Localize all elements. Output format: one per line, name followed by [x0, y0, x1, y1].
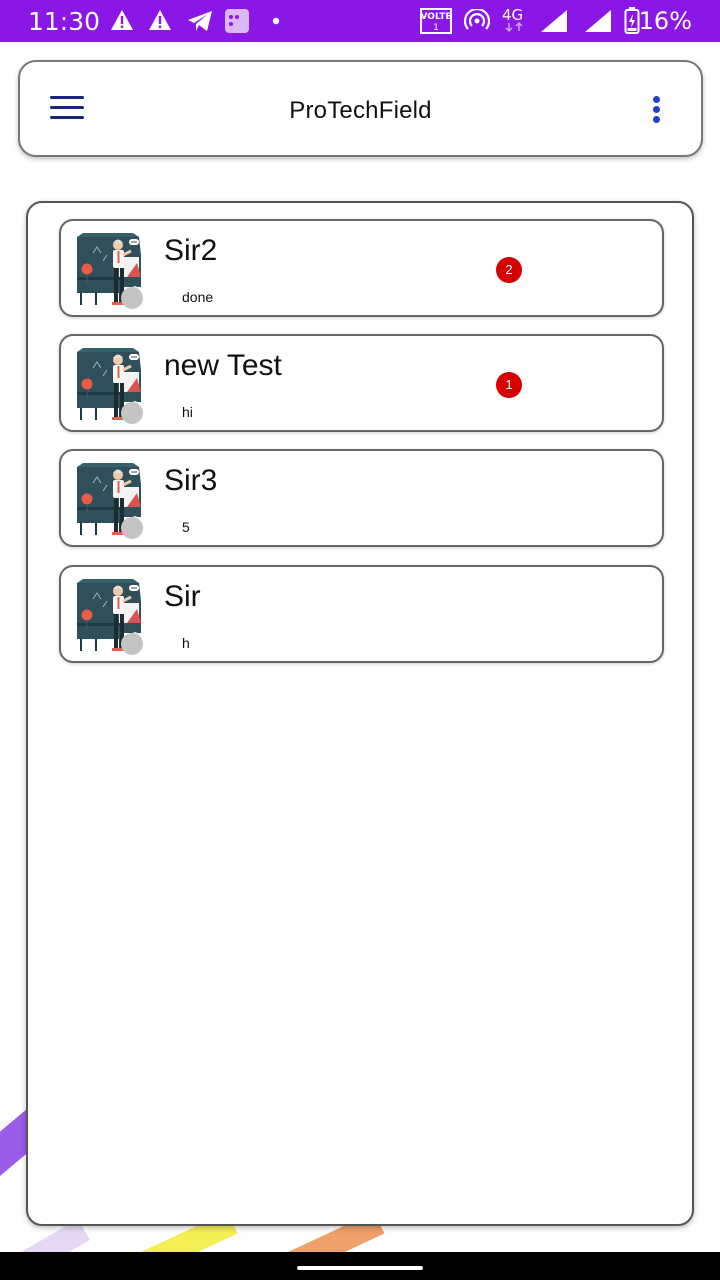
- signal-icon: [585, 10, 611, 32]
- status-dot: [121, 402, 143, 424]
- chat-last-message: h: [182, 635, 190, 651]
- unread-badge: 2: [496, 257, 522, 283]
- sim-label: 1: [433, 23, 439, 33]
- chat-name: Sir3: [164, 464, 218, 497]
- hotspot-icon: [464, 9, 490, 30]
- chat-list-item[interactable]: Sir2 done 2: [59, 219, 664, 317]
- chat-name: Sir: [164, 580, 201, 613]
- warning-icon: [111, 10, 133, 30]
- status-dot: [121, 633, 143, 655]
- warning-icon: [149, 10, 171, 30]
- unread-badge: 1: [496, 372, 522, 398]
- dot-icon: [272, 17, 280, 25]
- status-dot: [121, 287, 143, 309]
- signal-icon: [541, 10, 567, 32]
- page-title: ProTechField: [289, 97, 432, 124]
- chat-last-message: 5: [182, 519, 190, 535]
- navigation-bar: [0, 1252, 720, 1280]
- more-vert-icon[interactable]: [651, 94, 661, 126]
- chat-list-item[interactable]: Sir3 5: [59, 449, 664, 547]
- chat-last-message: done: [182, 289, 214, 305]
- chat-list-item[interactable]: Sir h: [59, 565, 664, 663]
- gallery-icon: [225, 9, 249, 33]
- status-time: 11:30: [28, 7, 101, 36]
- battery-percent: 16%: [638, 7, 692, 35]
- home-gesture-bar[interactable]: [297, 1266, 423, 1270]
- telegram-icon: [188, 11, 212, 31]
- app-bar: ProTechField: [18, 60, 703, 157]
- status-bar: 11:30 VOLTE 1 4G 16%: [0, 0, 720, 42]
- chat-last-message: hi: [182, 404, 193, 420]
- status-dot: [121, 517, 143, 539]
- chat-name: new Test: [164, 349, 282, 382]
- battery-icon: [624, 7, 640, 34]
- data-arrows-icon: [505, 22, 523, 32]
- chat-list-item[interactable]: new Test hi 1: [59, 334, 664, 432]
- chat-list-container: Sir2 done 2 new Test hi 1 Sir3 5 Sir h: [26, 201, 694, 1226]
- volte-icon: VOLTE 1: [420, 8, 452, 34]
- volte-label: VOLTE: [421, 12, 452, 22]
- chat-name: Sir2: [164, 234, 218, 267]
